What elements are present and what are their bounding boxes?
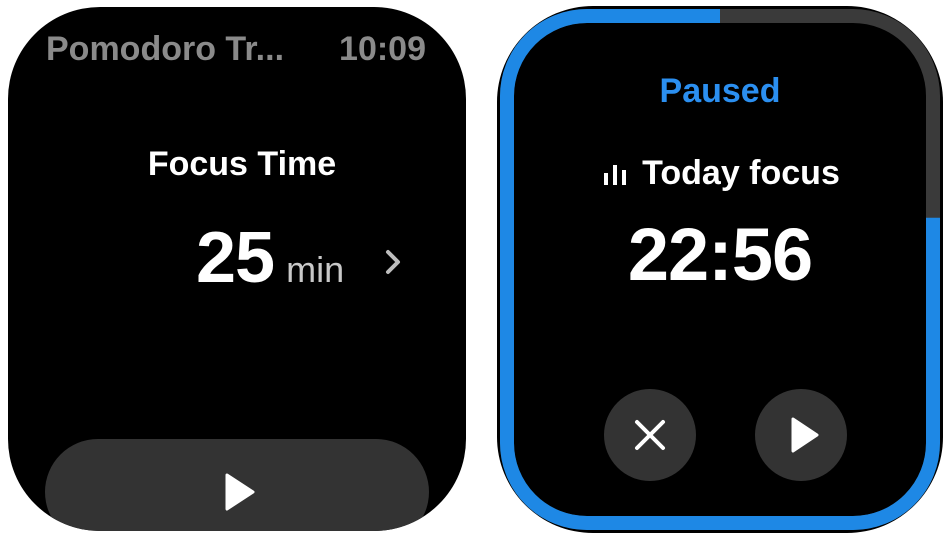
stop-button[interactable] bbox=[604, 389, 696, 481]
timer-value: 22:56 bbox=[627, 213, 813, 296]
status-bar: Pomodoro Tr... 10:09 bbox=[46, 29, 426, 69]
duration-unit: min bbox=[286, 249, 345, 290]
focus-time-label: Focus Time bbox=[147, 145, 337, 183]
duration-selector[interactable]: 25 min bbox=[196, 217, 345, 298]
resume-button[interactable] bbox=[755, 389, 847, 481]
play-icon bbox=[791, 417, 819, 453]
start-button[interactable] bbox=[45, 439, 429, 531]
bar-chart-icon bbox=[604, 164, 627, 185]
app-title: Pomodoro Tr... bbox=[46, 29, 285, 68]
clock: 10:09 bbox=[339, 29, 426, 68]
focus-setup-screen: Pomodoro Tr... 10:09 Focus Time 25 min bbox=[8, 7, 466, 531]
duration-value: 25 bbox=[196, 218, 275, 298]
close-icon bbox=[635, 420, 665, 450]
chevron-right-icon[interactable] bbox=[381, 247, 405, 277]
status-label: Paused bbox=[659, 72, 781, 110]
play-icon bbox=[225, 473, 255, 511]
paused-timer-screen: Paused Today focus 22:56 bbox=[497, 6, 943, 533]
today-focus-heading: Today focus bbox=[497, 154, 943, 193]
today-focus-label: Today focus bbox=[642, 154, 840, 192]
